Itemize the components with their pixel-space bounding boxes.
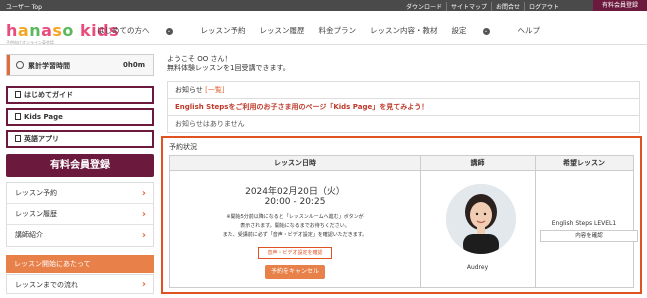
kids-page-promo-link[interactable]: English Stepsをご利用のお子さま用のページ「Kids Page」を見… — [168, 99, 639, 116]
top-bar: ユーザー Top ダウンロード サイトマップ お問合せ ログアウト 有料会員登録 — [0, 0, 647, 11]
document-icon — [15, 135, 21, 142]
table-header: レッスン日時 講師 希望レッスン — [170, 156, 633, 171]
lesson-name: English Steps LEVEL1 — [551, 220, 617, 227]
study-time-label: 累計学習時間 — [28, 62, 70, 70]
nav-settings[interactable]: 設定 ⌄ — [452, 25, 504, 36]
paid-member-top-button[interactable]: 有料会員登録 — [593, 0, 647, 11]
chevron-right-icon: › — [141, 209, 146, 220]
document-icon — [15, 113, 21, 120]
notice-list-link[interactable]: [一覧] — [205, 86, 224, 94]
chevron-down-icon: ⌄ — [482, 27, 490, 35]
guide-button[interactable]: はじめてガイド — [6, 86, 154, 104]
sidebar-item-lesson-booking[interactable]: レッスン予約 › — [7, 183, 153, 204]
logout-link[interactable]: ログアウト — [523, 2, 563, 11]
header-divider — [0, 44, 647, 45]
teacher-photo — [446, 184, 516, 254]
accent-bar — [7, 55, 10, 75]
top-links: ダウンロード サイトマップ お問合せ ログアウト — [402, 2, 563, 11]
welcome-line: ようこそ OO さん！ — [167, 55, 232, 63]
lesson-note: ※開始5分前以降になると「レッスンルームへ進む」ボタンが 表示されます。開始にな… — [222, 214, 368, 238]
sitemap-link[interactable]: サイトマップ — [445, 2, 491, 11]
english-app-button[interactable]: 英語アプリ — [6, 130, 154, 148]
sidebar-item-teachers[interactable]: 講師紹介 › — [7, 225, 153, 246]
chevron-right-icon: › — [141, 188, 146, 199]
view-details-button[interactable]: 内容を確認 — [540, 230, 638, 242]
col-datetime: レッスン日時 — [274, 159, 316, 167]
notice-panel: お知らせ [一覧] English Stepsをご利用のお子さま用のページ「Ki… — [167, 81, 640, 133]
cancel-reservation-button[interactable]: 予約をキャンセル — [265, 265, 325, 279]
trial-info: 無料体験レッスンを1回受講できます。 — [167, 64, 290, 72]
nav-beginners[interactable]: はじめての方へ ⌄ — [97, 25, 187, 36]
chevron-down-icon: ⌄ — [165, 27, 173, 35]
col-teacher: 講師 — [470, 159, 485, 167]
kids-page-button[interactable]: Kids Page — [6, 108, 154, 126]
notice-title: お知らせ — [175, 86, 203, 94]
clock-icon — [16, 61, 24, 69]
notice-header: お知らせ [一覧] — [168, 82, 639, 99]
nav-pricing[interactable]: 料金プラン — [319, 25, 357, 36]
nav-lesson-history[interactable]: レッスン履歴 — [260, 25, 305, 36]
reservation-table: レッスン日時 講師 希望レッスン 2024年02月20日（火） 20:00 - … — [169, 155, 638, 288]
sidebar-item-lesson-history[interactable]: レッスン履歴 › — [7, 204, 153, 225]
sidebar-item-lesson-flow[interactable]: レッスンまでの流れ › — [6, 274, 154, 294]
nav-help[interactable]: ヘルプ — [518, 25, 541, 36]
download-link[interactable]: ダウンロード — [402, 2, 446, 11]
document-icon — [15, 91, 21, 98]
paid-member-button[interactable]: 有料会員登録 — [6, 154, 154, 177]
main-nav: はじめての方へ ⌄ レッスン予約 レッスン履歴 料金プラン レッスン内容・教材 設… — [97, 25, 554, 36]
user-label: ユーザー Top — [6, 4, 42, 11]
chevron-right-icon: › — [141, 279, 146, 290]
study-time-value: 0h0m — [122, 61, 145, 69]
study-time-box: 累計学習時間 0h0m — [6, 54, 154, 76]
nav-lesson-booking[interactable]: レッスン予約 — [201, 25, 246, 36]
sidebar-section-heading: レッスン開始にあたって — [6, 255, 154, 273]
reservation-title: 予約状況 — [169, 143, 197, 151]
contact-link[interactable]: お問合せ — [490, 2, 524, 11]
av-settings-button[interactable]: 音声・ビデオ設定を確認 — [258, 247, 332, 259]
lesson-date: 2024年02月20日（火） — [245, 187, 345, 197]
chevron-right-icon: › — [141, 230, 146, 241]
logo-subtitle: 子供向けオンライン英会話 — [6, 40, 54, 45]
no-notice-text: お知らせはありません — [175, 120, 245, 128]
sidebar-menu: レッスン予約 › レッスン履歴 › 講師紹介 › — [6, 182, 154, 247]
lesson-time: 20:00 - 20:25 — [264, 197, 326, 207]
welcome-message: ようこそ OO さん！ 無料体験レッスンを1回受講できます。 — [167, 55, 290, 73]
teacher-name[interactable]: Audrey — [420, 264, 535, 271]
reservation-panel: 予約状況 レッスン日時 講師 希望レッスン 2024年02月20日（火） 20:… — [161, 136, 642, 294]
nav-lesson-content[interactable]: レッスン内容・教材 — [370, 25, 438, 36]
col-lesson: 希望レッスン — [563, 159, 605, 167]
